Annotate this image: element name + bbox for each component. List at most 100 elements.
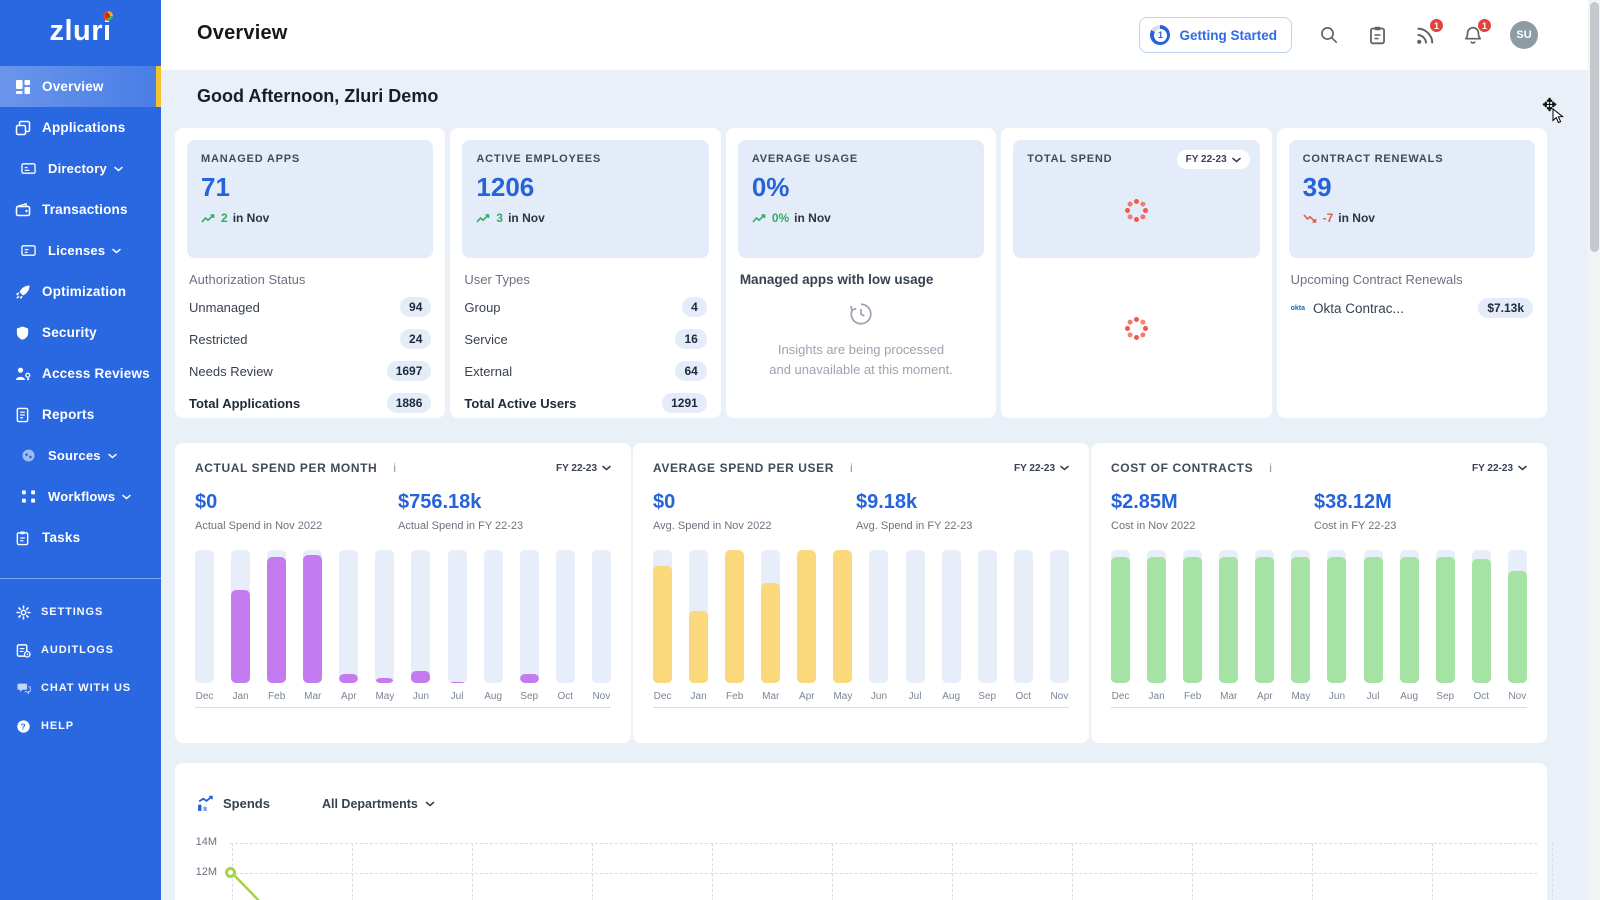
sidebar-item-label: Access Reviews bbox=[42, 366, 150, 381]
month-label: Mar bbox=[1219, 691, 1238, 702]
bar-column: Mar bbox=[1219, 550, 1238, 683]
search-icon[interactable] bbox=[1318, 24, 1340, 46]
month-label: Oct bbox=[1014, 691, 1033, 702]
chart-stat: $756.18kActual Spend in FY 22-23 bbox=[398, 491, 601, 532]
managed-apps-card: MANAGED APPS 71 2 in Nov Authorization S… bbox=[175, 128, 445, 418]
sidebar-item-transactions[interactable]: Transactions bbox=[0, 189, 161, 230]
bar-column: Aug bbox=[942, 550, 961, 683]
department-filter-dropdown[interactable]: All Departments bbox=[322, 797, 435, 811]
month-label: Nov bbox=[592, 691, 611, 702]
sidebar-item-reports[interactable]: Reports bbox=[0, 394, 161, 435]
bell-icon[interactable]: 1 bbox=[1462, 24, 1484, 46]
activity-feed-icon[interactable]: 1 bbox=[1414, 24, 1436, 46]
value-pill: 1886 bbox=[387, 393, 432, 413]
scrollbar-thumb[interactable] bbox=[1590, 2, 1599, 252]
info-icon[interactable]: i bbox=[1269, 461, 1272, 475]
month-label: Apr bbox=[797, 691, 816, 702]
sidebar-item-label: Applications bbox=[42, 120, 125, 135]
trend-up-icon bbox=[476, 213, 491, 224]
value-pill: 1291 bbox=[662, 393, 707, 413]
loading-spinner bbox=[1124, 316, 1148, 340]
month-label: Jun bbox=[869, 691, 888, 702]
feed-badge: 1 bbox=[1429, 18, 1444, 33]
progress-ring-icon: 1 bbox=[1150, 25, 1170, 45]
total-spend-card: TOTAL SPEND FY 22-23 bbox=[1001, 128, 1271, 418]
bar-column: Apr bbox=[1255, 550, 1274, 683]
fy-filter-dropdown[interactable]: FY 22-23 bbox=[1177, 150, 1250, 169]
sources-icon bbox=[20, 447, 37, 464]
chevron-down-icon bbox=[108, 453, 117, 459]
sidebar-item-label: CHAT WITH US bbox=[41, 682, 131, 694]
bar-column: Oct bbox=[1014, 550, 1033, 683]
trend-down-icon bbox=[1303, 213, 1318, 224]
month-label: Sep bbox=[1436, 691, 1455, 702]
card-value: 0% bbox=[752, 172, 970, 203]
sidebar-item-overview[interactable]: Overview bbox=[0, 66, 161, 107]
chevron-down-icon bbox=[1232, 157, 1241, 163]
stat-total-row: Total Applications1886 bbox=[187, 387, 433, 419]
chart-stat: $0Actual Spend in Nov 2022 bbox=[195, 491, 398, 532]
mouse-pointer-icon bbox=[1552, 108, 1564, 124]
getting-started-button[interactable]: 1 Getting Started bbox=[1139, 17, 1292, 53]
stat-total-row: Total Active Users1291 bbox=[462, 387, 708, 419]
sidebar-item-chat-with-us[interactable]: CHAT WITH US bbox=[0, 669, 161, 707]
fy-filter-dropdown[interactable]: FY 22-23 bbox=[1472, 463, 1527, 474]
info-icon[interactable]: i bbox=[850, 461, 853, 475]
applications-icon bbox=[14, 119, 31, 136]
fy-filter-dropdown[interactable]: FY 22-23 bbox=[1014, 463, 1069, 474]
chart-stat: $0Avg. Spend in Nov 2022 bbox=[653, 491, 856, 532]
spends-label: Spends bbox=[223, 796, 270, 811]
bar-column: Oct bbox=[556, 550, 575, 683]
sidebar-item-workflows[interactable]: Workflows bbox=[0, 476, 161, 517]
bar-column: Apr bbox=[797, 550, 816, 683]
value-pill: $7.13k bbox=[1478, 298, 1533, 318]
average-spend-per-user-card: AVERAGE SPEND PER USER i FY 22-23 $0Avg.… bbox=[633, 443, 1089, 743]
info-icon[interactable]: i bbox=[393, 461, 396, 475]
sidebar-item-sources[interactable]: Sources bbox=[0, 435, 161, 476]
bar-column: Oct bbox=[1472, 550, 1491, 683]
sidebar-item-optimization[interactable]: Optimization bbox=[0, 271, 161, 312]
bar-column: Mar bbox=[303, 550, 322, 683]
sidebar-item-label: Reports bbox=[42, 407, 94, 422]
month-label: Feb bbox=[267, 691, 286, 702]
avatar[interactable]: SU bbox=[1510, 21, 1538, 49]
chart-title: COST OF CONTRACTS bbox=[1111, 461, 1253, 475]
chart-cards-row: ACTUAL SPEND PER MONTH i FY 22-23 $0Actu… bbox=[175, 443, 1547, 743]
sidebar-item-directory[interactable]: Directory bbox=[0, 148, 161, 189]
id-card-icon bbox=[20, 160, 37, 177]
bar-column: Dec bbox=[195, 550, 214, 683]
shield-icon bbox=[14, 324, 31, 341]
notes-clipboard-icon[interactable] bbox=[1366, 24, 1388, 46]
bar-column: Mar bbox=[761, 550, 780, 683]
month-label: Jul bbox=[1364, 691, 1383, 702]
sidebar-item-applications[interactable]: Applications bbox=[0, 107, 161, 148]
trend-indicator: -7 in Nov bbox=[1303, 211, 1521, 225]
bar-column: Nov bbox=[1508, 550, 1527, 683]
vertical-gridline bbox=[1072, 843, 1073, 900]
sidebar-item-access-reviews[interactable]: Access Reviews bbox=[0, 353, 161, 394]
month-label: Nov bbox=[1050, 691, 1069, 702]
license-card-icon bbox=[20, 242, 37, 259]
sidebar-item-help[interactable]: ? HELP bbox=[0, 707, 161, 745]
sidebar-item-security[interactable]: Security bbox=[0, 312, 161, 353]
sidebar-item-licenses[interactable]: Licenses bbox=[0, 230, 161, 271]
actual-spend-per-month-card: ACTUAL SPEND PER MONTH i FY 22-23 $0Actu… bbox=[175, 443, 631, 743]
value-pill: 1697 bbox=[387, 361, 432, 381]
value-pill: 64 bbox=[675, 361, 706, 381]
sidebar-item-auditlogs[interactable]: AUDITLOGS bbox=[0, 631, 161, 669]
sidebar-item-tasks[interactable]: Tasks bbox=[0, 517, 161, 558]
zluri-logo[interactable]: zluri bbox=[0, 0, 161, 62]
renewal-row[interactable]: okta Okta Contrac... $7.13k bbox=[1289, 291, 1535, 325]
contract-renewals-card: CONTRACT RENEWALS 39 -7 in Nov Upcoming … bbox=[1277, 128, 1547, 418]
bar-column: Aug bbox=[1400, 550, 1419, 683]
fy-filter-dropdown[interactable]: FY 22-23 bbox=[556, 463, 611, 474]
bar-column: Aug bbox=[484, 550, 503, 683]
month-label: Feb bbox=[725, 691, 744, 702]
bar-column: Jul bbox=[448, 550, 467, 683]
vertical-scrollbar bbox=[1588, 0, 1600, 900]
month-label: Jan bbox=[231, 691, 250, 702]
vertical-gridline bbox=[352, 843, 353, 900]
logo-dot bbox=[103, 11, 113, 21]
sidebar-item-settings[interactable]: SETTINGS bbox=[0, 593, 161, 631]
user-key-icon bbox=[14, 365, 31, 382]
